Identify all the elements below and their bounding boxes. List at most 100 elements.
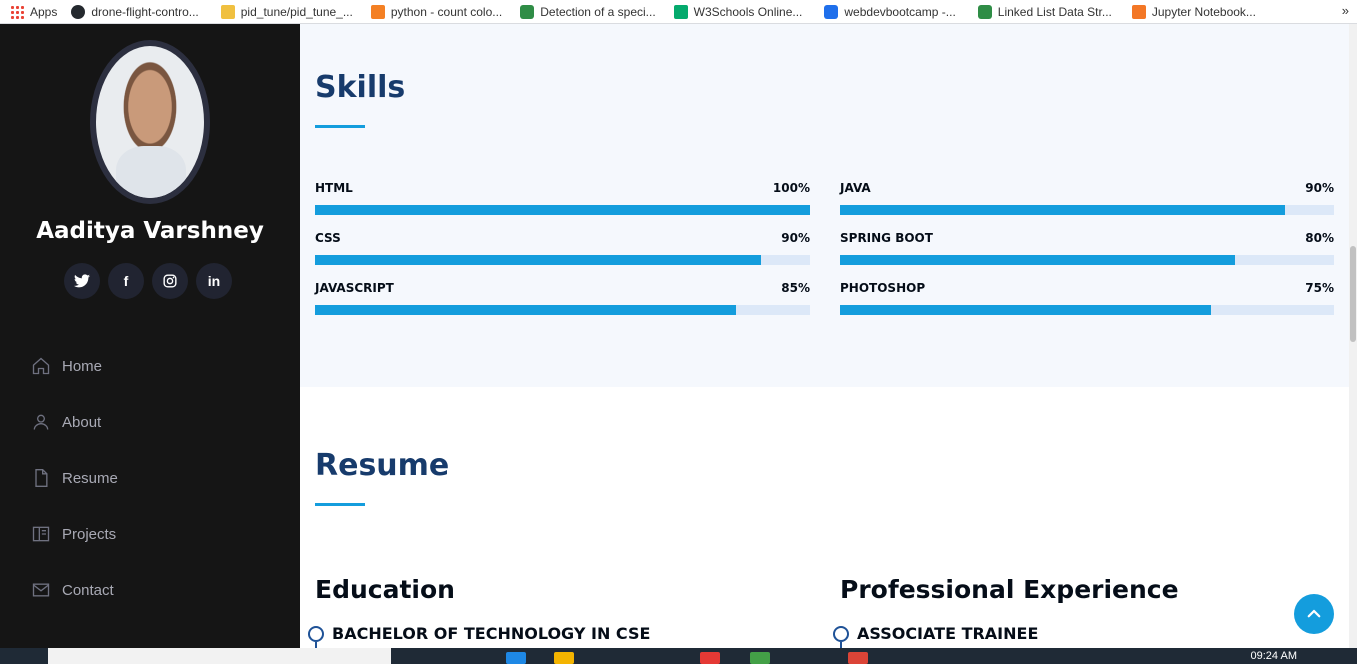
envelope-icon: [32, 583, 50, 597]
instagram-icon: [163, 274, 177, 288]
nav-label: Resume: [62, 469, 118, 487]
folder-icon[interactable]: [554, 652, 574, 664]
apps-grid-icon: [10, 4, 24, 19]
taskbar-search-box[interactable]: [48, 648, 391, 664]
section-title-resume: Resume: [315, 448, 450, 483]
app-icon[interactable]: [700, 652, 720, 664]
skill-progress-fill: [315, 255, 761, 265]
nav-item-contact[interactable]: Contact: [30, 562, 118, 618]
skills-section: Skills HTML 100% JAVA 90% CSS 90% SPRING BO…: [300, 24, 1349, 387]
linkedin-icon: in: [207, 273, 221, 289]
person-icon: [33, 414, 49, 430]
bookmark-item[interactable]: webdevbootcamp -...: [824, 4, 956, 19]
nav-label: About: [62, 413, 102, 431]
bookmarks-overflow-button[interactable]: »: [1342, 3, 1349, 18]
skill-progress-fill: [315, 305, 736, 315]
skill-progress-fill: [315, 205, 810, 215]
linkedin-link[interactable]: in: [196, 263, 232, 299]
skill-percent: 75%: [1305, 281, 1334, 295]
bookmark-item[interactable]: Linked List Data Str...: [977, 4, 1112, 19]
skill-percent: 80%: [1305, 231, 1334, 245]
edge-icon[interactable]: [506, 652, 526, 664]
chevron-up-icon: [1307, 609, 1321, 618]
skill-item: JAVA 90%: [840, 181, 1334, 215]
page-scrollbar[interactable]: [1349, 24, 1357, 648]
w3schools-icon: [673, 4, 688, 19]
section-title-underline: [315, 125, 365, 128]
profile-photo: [90, 40, 210, 204]
nav-item-home[interactable]: Home: [30, 338, 118, 394]
sidebar-nav: Home About Resume Projects Contact: [30, 338, 118, 618]
section-title-underline: [315, 503, 365, 506]
resume-item-experience: ASSOCIATE TRAINEE: [833, 624, 1039, 648]
skill-name: SPRING BOOT: [840, 231, 933, 245]
profile-name: Aaditya Varshney: [36, 218, 264, 244]
skill-percent: 90%: [781, 231, 810, 245]
skill-percent: 85%: [781, 281, 810, 295]
nav-label: Contact: [62, 581, 114, 599]
social-links: f in: [64, 263, 232, 299]
resume-item-education: BACHELOR OF TECHNOLOGY IN CSE: [308, 624, 651, 648]
resume-section: Resume Education BACHELOR OF TECHNOLOGY …: [300, 387, 1349, 648]
skill-name: CSS: [315, 231, 341, 245]
nav-item-resume[interactable]: Resume: [30, 450, 118, 506]
home-icon: [32, 357, 50, 375]
instagram-link[interactable]: [152, 263, 188, 299]
skill-progress-bar: [840, 255, 1334, 265]
scrollbar-thumb[interactable]: [1350, 246, 1356, 342]
resume-item-title: ASSOCIATE TRAINEE: [857, 624, 1039, 643]
app-icon[interactable]: [750, 652, 770, 664]
facebook-icon: f: [123, 273, 129, 289]
skill-progress-bar: [840, 205, 1334, 215]
skill-item: CSS 90%: [315, 231, 810, 265]
geeksforgeeks-icon: [520, 4, 535, 19]
skill-percent: 100%: [772, 181, 810, 195]
sidebar: Aaditya Varshney f in Home About Resume: [0, 24, 300, 648]
bookmark-item[interactable]: python - count colo...: [370, 4, 502, 19]
skill-item: SPRING BOOT 80%: [840, 231, 1334, 265]
nav-label: Projects: [62, 525, 117, 543]
twitter-icon: [74, 274, 90, 288]
github-icon: [71, 4, 86, 19]
jupyter-icon: [1131, 4, 1146, 19]
skill-name: JAVASCRIPT: [315, 281, 394, 295]
experience-heading: Professional Experience: [840, 575, 1179, 604]
page-icon: [220, 4, 235, 19]
bookmark-apps[interactable]: Apps: [10, 4, 57, 19]
timeline-dot-icon: [833, 625, 849, 648]
nav-item-projects[interactable]: Projects: [30, 506, 118, 562]
skill-item: HTML 100%: [315, 181, 810, 215]
chrome-icon[interactable]: [848, 652, 868, 664]
nav-label: Home: [62, 357, 103, 375]
nav-item-about[interactable]: About: [30, 394, 118, 450]
bookmark-item[interactable]: pid_tune/pid_tune_...: [220, 4, 353, 19]
main-content: Skills HTML 100% JAVA 90% CSS 90% SPRING BO…: [300, 24, 1349, 648]
skill-progress-bar: [315, 305, 810, 315]
skill-progress-fill: [840, 255, 1236, 265]
bookmarks-bar: Apps drone-flight-contro... pid_tune/pid…: [0, 0, 1357, 24]
skill-progress-fill: [840, 305, 1211, 315]
skill-progress-bar: [315, 205, 810, 215]
skill-name: JAVA: [840, 181, 871, 195]
skill-item: PHOTOSHOP 75%: [840, 281, 1334, 315]
skill-item: JAVASCRIPT 85%: [315, 281, 810, 315]
webdev-icon: [824, 4, 839, 19]
geeksforgeeks-icon: [977, 4, 992, 19]
skill-progress-bar: [315, 255, 810, 265]
skill-name: PHOTOSHOP: [840, 281, 926, 295]
timeline-dot-icon: [308, 625, 324, 648]
bookmark-item[interactable]: Detection of a speci...: [520, 4, 656, 19]
facebook-link[interactable]: f: [108, 263, 144, 299]
bookmark-item[interactable]: W3Schools Online...: [673, 4, 802, 19]
os-taskbar: 09:24 AM: [0, 648, 1357, 664]
taskbar-clock: 09:24 AM: [1250, 650, 1297, 662]
skill-progress-bar: [840, 305, 1334, 315]
book-icon: [32, 526, 50, 542]
bookmark-item[interactable]: Jupyter Notebook...: [1131, 4, 1256, 19]
stackoverflow-icon: [370, 4, 385, 19]
resume-item-title: BACHELOR OF TECHNOLOGY IN CSE: [332, 624, 651, 643]
bookmark-item[interactable]: drone-flight-contro...: [71, 4, 199, 19]
twitter-link[interactable]: [64, 263, 100, 299]
back-to-top-button[interactable]: [1294, 594, 1334, 634]
section-title-skills: Skills: [315, 70, 406, 105]
